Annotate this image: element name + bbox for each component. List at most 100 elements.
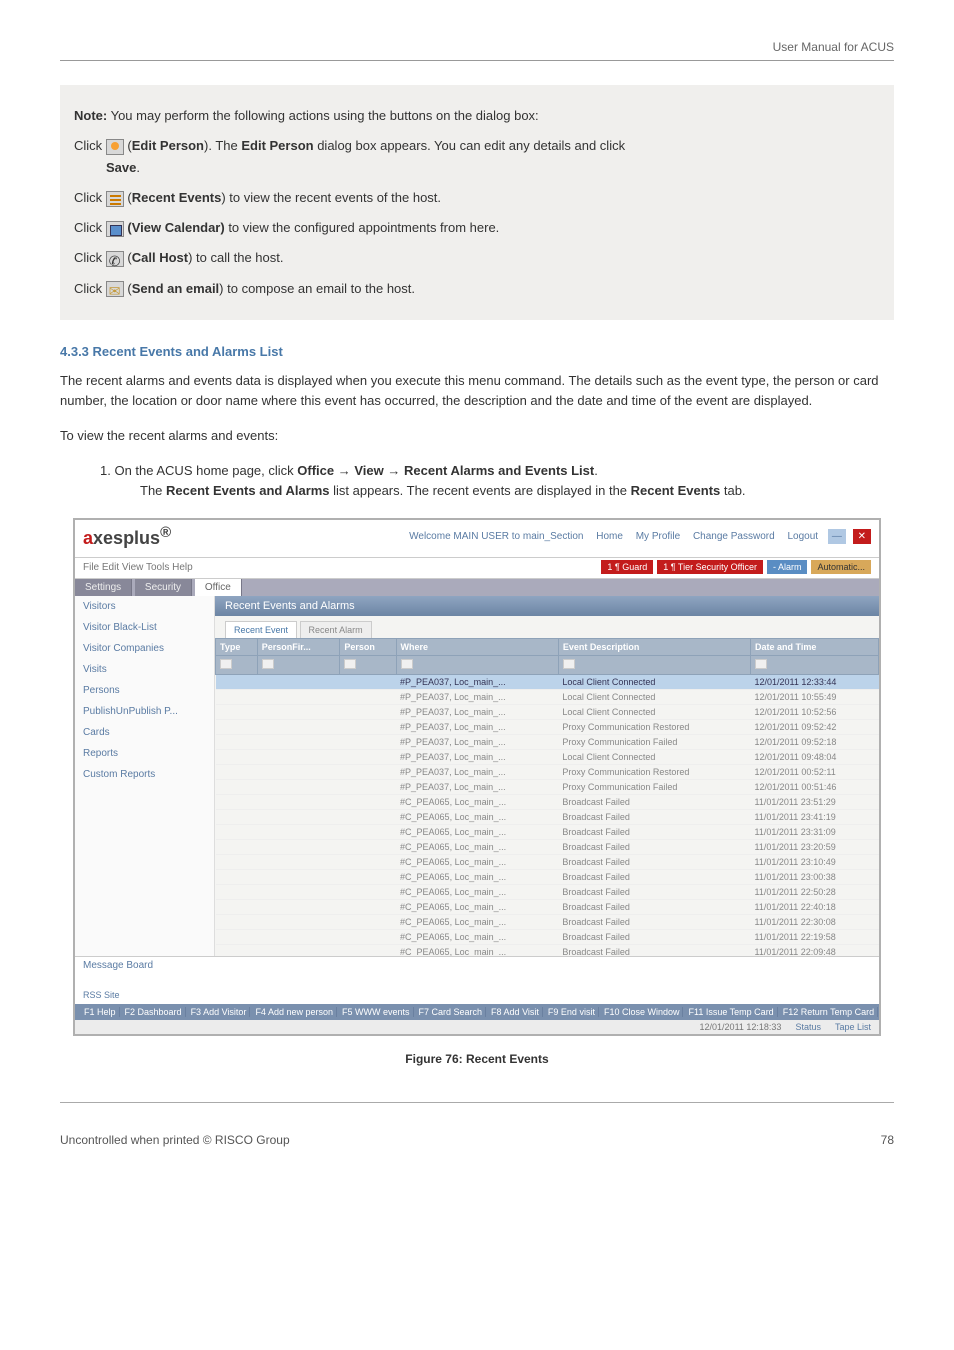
col-desc[interactable]: Event Description xyxy=(558,639,750,656)
sidebar-item-companies[interactable]: Visitor Companies xyxy=(75,638,214,659)
close-icon[interactable]: ✕ xyxy=(853,529,871,544)
phone-icon xyxy=(106,251,124,267)
note-line-recent: Click (Recent Events) to view the recent… xyxy=(74,187,880,209)
col-personfir[interactable]: PersonFir... xyxy=(257,639,340,656)
table-row[interactable]: #P_PEA037, Loc_main_...Local Client Conn… xyxy=(216,750,879,765)
table-row[interactable]: #P_PEA037, Loc_main_...Local Client Conn… xyxy=(216,690,879,705)
fkey-button[interactable]: F10 Close Window xyxy=(601,1007,684,1017)
subtab-recent-alarm[interactable]: Recent Alarm xyxy=(300,621,372,638)
sidebar-item-publish[interactable]: PublishUnPublish P... xyxy=(75,701,214,722)
col-person[interactable]: Person xyxy=(340,639,396,656)
table-row[interactable]: #C_PEA065, Loc_main_...Broadcast Failed1… xyxy=(216,795,879,810)
app-screenshot: axesplus® Welcome MAIN USER to main_Sect… xyxy=(73,518,881,1036)
nav-home[interactable]: Home xyxy=(593,529,626,544)
email-icon xyxy=(106,281,124,297)
welcome-text: Welcome MAIN USER to main_Section xyxy=(406,529,586,544)
fkey-button[interactable]: F11 Issue Temp Card xyxy=(685,1007,777,1017)
fkey-button[interactable]: F8 Add Visit xyxy=(488,1007,543,1017)
note-box: Note: You may perform the following acti… xyxy=(60,85,894,320)
col-where[interactable]: Where xyxy=(396,639,558,656)
table-row[interactable]: #P_PEA037, Loc_main_...Proxy Communicati… xyxy=(216,735,879,750)
table-row[interactable]: #P_PEA037, Loc_main_...Proxy Communicati… xyxy=(216,720,879,735)
fkey-button[interactable]: F9 End visit xyxy=(545,1007,599,1017)
table-row[interactable]: #C_PEA065, Loc_main_...Broadcast Failed1… xyxy=(216,870,879,885)
table-row[interactable]: #C_PEA065, Loc_main_...Broadcast Failed1… xyxy=(216,885,879,900)
sidebar-item-cards[interactable]: Cards xyxy=(75,722,214,743)
table-row[interactable]: #P_PEA037, Loc_main_...Local Client Conn… xyxy=(216,705,879,720)
events-table: Type PersonFir... Person Where Event Des… xyxy=(215,638,879,956)
table-row[interactable]: #P_PEA037, Loc_main_...Proxy Communicati… xyxy=(216,765,879,780)
tag-guard[interactable]: 1 ¶ Guard xyxy=(601,560,653,574)
sidebar-item-visitors[interactable]: Visitors xyxy=(75,596,214,617)
tag-alarm[interactable]: - Alarm xyxy=(767,560,808,574)
status-status[interactable]: Status xyxy=(795,1022,821,1032)
nav-logout[interactable]: Logout xyxy=(784,529,821,544)
calendar-icon xyxy=(106,221,124,237)
recent-events-icon xyxy=(106,191,124,207)
col-type[interactable]: Type xyxy=(216,639,258,656)
filter-icon[interactable] xyxy=(401,659,413,669)
filter-icon[interactable] xyxy=(755,659,767,669)
sidebar-item-blacklist[interactable]: Visitor Black-List xyxy=(75,617,214,638)
filter-icon[interactable] xyxy=(344,659,356,669)
tab-security[interactable]: Security xyxy=(135,579,192,596)
footer-page: 78 xyxy=(881,1133,894,1147)
fkey-button[interactable]: F7 Card Search xyxy=(416,1007,487,1017)
subtab-recent-event[interactable]: Recent Event xyxy=(225,621,297,638)
fkey-button[interactable]: F5 WWW events xyxy=(339,1007,414,1017)
filter-icon[interactable] xyxy=(262,659,274,669)
message-board-header[interactable]: Message Board xyxy=(75,956,879,974)
sidebar-item-visits[interactable]: Visits xyxy=(75,659,214,680)
fkey-button[interactable]: F4 Add new person xyxy=(252,1007,337,1017)
app-logo: axesplus® xyxy=(83,524,171,549)
table-row[interactable]: #C_PEA065, Loc_main_...Broadcast Failed1… xyxy=(216,915,879,930)
status-time: 12/01/2011 12:18:33 xyxy=(700,1022,782,1032)
note-line-calendar: Click (View Calendar) to view the config… xyxy=(74,217,880,239)
workspace-tabs: Settings Security Office xyxy=(75,579,879,596)
top-links: Welcome MAIN USER to main_Section Home M… xyxy=(402,531,871,542)
sidebar-item-persons[interactable]: Persons xyxy=(75,680,214,701)
table-row[interactable]: #C_PEA065, Loc_main_...Broadcast Failed1… xyxy=(216,825,879,840)
table-row[interactable]: #C_PEA065, Loc_main_...Broadcast Failed1… xyxy=(216,855,879,870)
function-key-bar: F1 HelpF2 DashboardF3 Add VisitorF4 Add … xyxy=(75,1004,879,1020)
fkey-button[interactable]: F3 Add Visitor xyxy=(188,1007,251,1017)
sidebar: Visitors Visitor Black-List Visitor Comp… xyxy=(75,596,215,956)
fkey-button[interactable]: F2 Dashboard xyxy=(122,1007,186,1017)
tab-office[interactable]: Office xyxy=(195,579,242,596)
filter-icon[interactable] xyxy=(563,659,575,669)
table-row[interactable]: #C_PEA065, Loc_main_...Broadcast Failed1… xyxy=(216,900,879,915)
sidebar-item-reports[interactable]: Reports xyxy=(75,743,214,764)
note-line-edit: Click (Edit Person). The Edit Person dia… xyxy=(74,135,880,179)
table-row[interactable]: #P_PEA037, Loc_main_...Local Client Conn… xyxy=(216,675,879,690)
table-row[interactable]: #C_PEA065, Loc_main_...Broadcast Failed1… xyxy=(216,810,879,825)
table-row[interactable]: #C_PEA065, Loc_main_...Broadcast Failed1… xyxy=(216,945,879,957)
step-1: 1. On the ACUS home page, click Office →… xyxy=(120,461,894,500)
table-row[interactable]: #P_PEA037, Loc_main_...Proxy Communicati… xyxy=(216,780,879,795)
section-para2: To view the recent alarms and events: xyxy=(60,426,894,447)
edit-person-icon xyxy=(106,139,124,155)
minimize-icon[interactable]: — xyxy=(828,529,846,544)
section-para1: The recent alarms and events data is dis… xyxy=(60,371,894,413)
pane-title: Recent Events and Alarms xyxy=(215,596,879,616)
tag-auto[interactable]: Automatic... xyxy=(811,560,871,574)
table-row[interactable]: #C_PEA065, Loc_main_...Broadcast Failed1… xyxy=(216,840,879,855)
footer-left: Uncontrolled when printed © RISCO Group xyxy=(60,1133,290,1147)
tab-settings[interactable]: Settings xyxy=(75,579,132,596)
table-row[interactable]: #C_PEA065, Loc_main_...Broadcast Failed1… xyxy=(216,930,879,945)
menu-bar[interactable]: File Edit View Tools Help xyxy=(83,562,193,573)
status-tapelist[interactable]: Tape List xyxy=(835,1022,871,1032)
sidebar-item-custom[interactable]: Custom Reports xyxy=(75,764,214,785)
fkey-button[interactable]: F12 Return Temp Card xyxy=(780,1007,878,1017)
figure-caption: Figure 76: Recent Events xyxy=(60,1052,894,1066)
note-line-call: Click (Call Host) to call the host. xyxy=(74,247,880,269)
nav-profile[interactable]: My Profile xyxy=(633,529,683,544)
rss-link[interactable]: RSS Site xyxy=(75,988,879,1004)
section-heading: 4.3.3 Recent Events and Alarms List xyxy=(60,344,894,359)
nav-change-pwd[interactable]: Change Password xyxy=(690,529,778,544)
note-title: Note: You may perform the following acti… xyxy=(74,105,880,127)
filter-icon[interactable] xyxy=(220,659,232,669)
col-datetime[interactable]: Date and Time xyxy=(751,639,879,656)
fkey-button[interactable]: F1 Help xyxy=(81,1007,120,1017)
note-line-email: Click (Send an email) to compose an emai… xyxy=(74,278,880,300)
tag-officer[interactable]: 1 ¶ Tier Security Officer xyxy=(657,560,763,574)
